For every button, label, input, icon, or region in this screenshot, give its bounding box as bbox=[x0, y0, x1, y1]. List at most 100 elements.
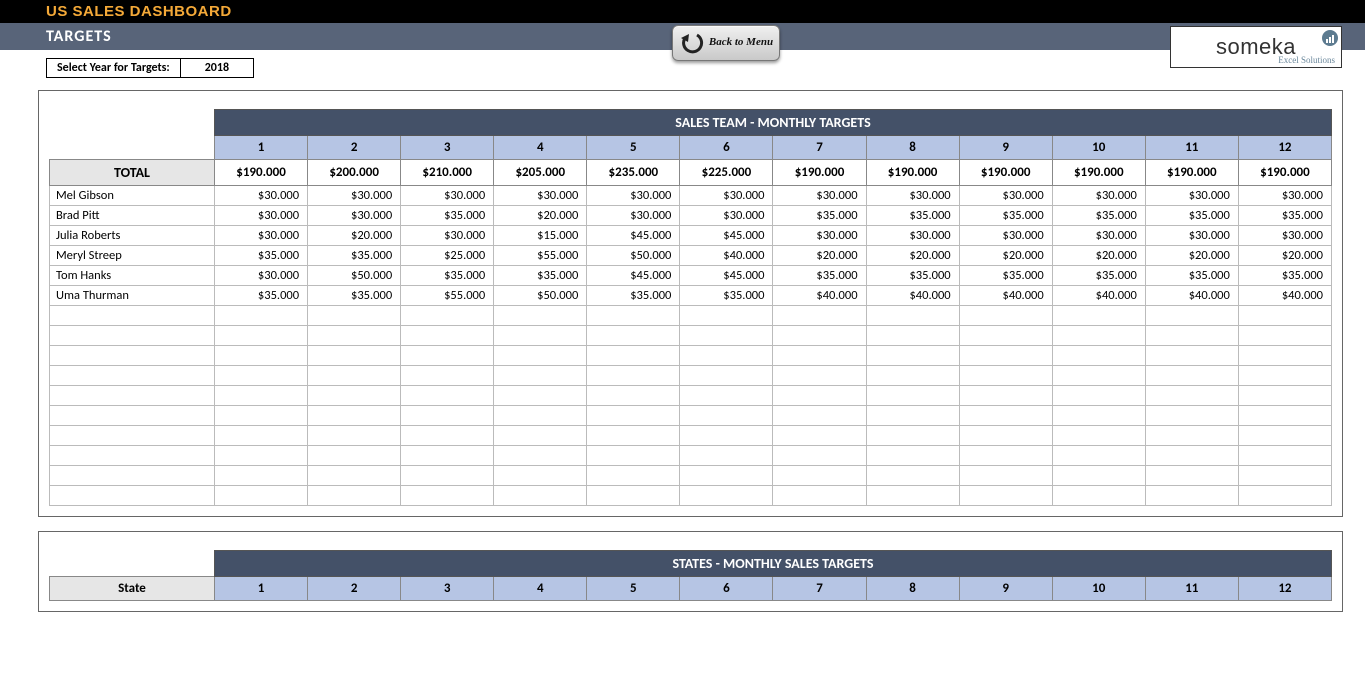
target-cell[interactable]: $30.000 bbox=[866, 226, 959, 246]
target-cell[interactable]: $35.000 bbox=[1145, 206, 1238, 226]
person-name-cell[interactable] bbox=[50, 406, 215, 426]
target-cell[interactable] bbox=[494, 346, 587, 366]
target-cell[interactable] bbox=[680, 366, 773, 386]
target-cell[interactable] bbox=[680, 446, 773, 466]
target-cell[interactable]: $15.000 bbox=[494, 226, 587, 246]
target-cell[interactable]: $30.000 bbox=[401, 186, 494, 206]
person-name-cell[interactable] bbox=[50, 306, 215, 326]
target-cell[interactable] bbox=[1238, 406, 1331, 426]
target-cell[interactable] bbox=[866, 466, 959, 486]
target-cell[interactable] bbox=[1145, 406, 1238, 426]
target-cell[interactable]: $30.000 bbox=[494, 186, 587, 206]
target-cell[interactable] bbox=[587, 486, 680, 506]
target-cell[interactable]: $30.000 bbox=[1145, 186, 1238, 206]
target-cell[interactable] bbox=[1145, 386, 1238, 406]
target-cell[interactable] bbox=[680, 346, 773, 366]
target-cell[interactable] bbox=[1238, 426, 1331, 446]
target-cell[interactable] bbox=[959, 326, 1052, 346]
target-cell[interactable] bbox=[1052, 406, 1145, 426]
target-cell[interactable]: $35.000 bbox=[587, 286, 680, 306]
person-name-cell[interactable]: Mel Gibson bbox=[50, 186, 215, 206]
target-cell[interactable] bbox=[215, 346, 308, 366]
target-cell[interactable] bbox=[215, 426, 308, 446]
target-cell[interactable] bbox=[680, 466, 773, 486]
target-cell[interactable] bbox=[215, 326, 308, 346]
target-cell[interactable] bbox=[773, 326, 866, 346]
person-name-cell[interactable] bbox=[50, 326, 215, 346]
target-cell[interactable] bbox=[1052, 486, 1145, 506]
target-cell[interactable] bbox=[1238, 346, 1331, 366]
target-cell[interactable]: $35.000 bbox=[401, 206, 494, 226]
target-cell[interactable] bbox=[680, 386, 773, 406]
person-name-cell[interactable] bbox=[50, 446, 215, 466]
target-cell[interactable] bbox=[587, 366, 680, 386]
target-cell[interactable] bbox=[773, 386, 866, 406]
target-cell[interactable] bbox=[1145, 326, 1238, 346]
target-cell[interactable]: $35.000 bbox=[773, 206, 866, 226]
target-cell[interactable] bbox=[773, 346, 866, 366]
target-cell[interactable] bbox=[959, 486, 1052, 506]
target-cell[interactable]: $35.000 bbox=[1238, 206, 1331, 226]
target-cell[interactable] bbox=[587, 386, 680, 406]
target-cell[interactable] bbox=[587, 406, 680, 426]
target-cell[interactable] bbox=[773, 426, 866, 446]
target-cell[interactable] bbox=[494, 426, 587, 446]
target-cell[interactable]: $45.000 bbox=[587, 266, 680, 286]
target-cell[interactable] bbox=[959, 466, 1052, 486]
person-name-cell[interactable]: Uma Thurman bbox=[50, 286, 215, 306]
target-cell[interactable]: $30.000 bbox=[401, 226, 494, 246]
target-cell[interactable] bbox=[773, 486, 866, 506]
target-cell[interactable]: $30.000 bbox=[959, 186, 1052, 206]
target-cell[interactable]: $35.000 bbox=[680, 286, 773, 306]
target-cell[interactable] bbox=[308, 386, 401, 406]
target-cell[interactable] bbox=[1052, 306, 1145, 326]
target-cell[interactable] bbox=[401, 406, 494, 426]
target-cell[interactable]: $20.000 bbox=[1238, 246, 1331, 266]
target-cell[interactable] bbox=[215, 306, 308, 326]
target-cell[interactable] bbox=[308, 486, 401, 506]
target-cell[interactable] bbox=[1145, 446, 1238, 466]
person-name-cell[interactable]: Tom Hanks bbox=[50, 266, 215, 286]
target-cell[interactable]: $50.000 bbox=[494, 286, 587, 306]
target-cell[interactable] bbox=[401, 426, 494, 446]
target-cell[interactable] bbox=[1145, 426, 1238, 446]
target-cell[interactable]: $35.000 bbox=[1238, 266, 1331, 286]
target-cell[interactable] bbox=[866, 386, 959, 406]
target-cell[interactable]: $30.000 bbox=[215, 186, 308, 206]
person-name-cell[interactable] bbox=[50, 426, 215, 446]
target-cell[interactable] bbox=[308, 446, 401, 466]
target-cell[interactable] bbox=[215, 406, 308, 426]
target-cell[interactable] bbox=[215, 466, 308, 486]
target-cell[interactable]: $30.000 bbox=[773, 226, 866, 246]
target-cell[interactable]: $30.000 bbox=[680, 186, 773, 206]
target-cell[interactable]: $30.000 bbox=[1052, 186, 1145, 206]
target-cell[interactable] bbox=[308, 406, 401, 426]
target-cell[interactable]: $20.000 bbox=[1052, 246, 1145, 266]
target-cell[interactable] bbox=[587, 466, 680, 486]
target-cell[interactable]: $30.000 bbox=[587, 186, 680, 206]
target-cell[interactable] bbox=[1052, 346, 1145, 366]
target-cell[interactable] bbox=[308, 306, 401, 326]
target-cell[interactable] bbox=[866, 486, 959, 506]
target-cell[interactable]: $35.000 bbox=[866, 206, 959, 226]
target-cell[interactable] bbox=[587, 346, 680, 366]
target-cell[interactable]: $30.000 bbox=[1238, 186, 1331, 206]
target-cell[interactable] bbox=[959, 306, 1052, 326]
target-cell[interactable]: $35.000 bbox=[308, 246, 401, 266]
target-cell[interactable] bbox=[959, 426, 1052, 446]
target-cell[interactable] bbox=[494, 446, 587, 466]
target-cell[interactable] bbox=[587, 326, 680, 346]
target-cell[interactable] bbox=[308, 346, 401, 366]
target-cell[interactable] bbox=[773, 466, 866, 486]
target-cell[interactable]: $50.000 bbox=[308, 266, 401, 286]
target-cell[interactable]: $20.000 bbox=[494, 206, 587, 226]
target-cell[interactable] bbox=[866, 366, 959, 386]
target-cell[interactable] bbox=[866, 346, 959, 366]
target-cell[interactable]: $20.000 bbox=[773, 246, 866, 266]
target-cell[interactable] bbox=[494, 366, 587, 386]
target-cell[interactable] bbox=[959, 406, 1052, 426]
target-cell[interactable]: $30.000 bbox=[680, 206, 773, 226]
target-cell[interactable] bbox=[494, 326, 587, 346]
target-cell[interactable] bbox=[680, 306, 773, 326]
target-cell[interactable] bbox=[1238, 366, 1331, 386]
